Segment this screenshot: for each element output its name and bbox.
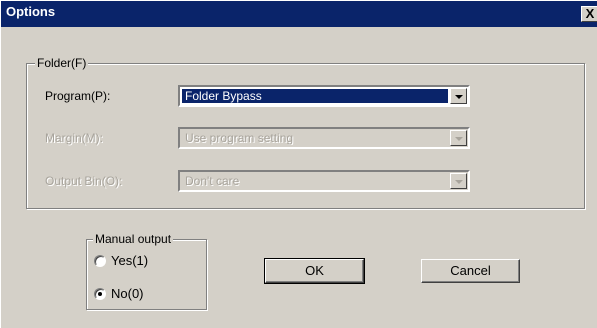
radio-unchecked-icon[interactable] [94, 255, 106, 267]
output-bin-label: Output Bin(O): [45, 174, 123, 188]
manual-output-no-label: No(0) [111, 286, 144, 301]
output-bin-dropdown-value: Don't care [185, 174, 240, 188]
output-bin-dropdown: Don't care [178, 170, 470, 192]
margin-label: Margin(M): [45, 131, 104, 145]
cancel-button[interactable]: Cancel [421, 259, 520, 283]
close-button[interactable]: X [581, 6, 597, 22]
radio-checked-icon[interactable] [94, 288, 106, 300]
program-dropdown[interactable]: Folder Bypass [178, 85, 470, 107]
program-label: Program(P): [45, 89, 111, 103]
margin-dropdown: Use program setting [178, 127, 470, 149]
close-icon: X [585, 6, 595, 21]
manual-output-yes-label: Yes(1) [111, 253, 149, 268]
options-dialog: Options X Folder(F) Program(P): Folder B… [0, 0, 597, 328]
ok-button[interactable]: OK [264, 258, 365, 284]
manual-output-no-radio[interactable]: No(0) [94, 286, 194, 302]
title-bar[interactable]: Options X [1, 1, 597, 27]
folder-group-legend: Folder(F) [35, 56, 89, 70]
program-dropdown-arrow-icon[interactable] [450, 88, 467, 104]
margin-dropdown-arrow-icon [450, 130, 467, 146]
output-bin-dropdown-arrow-icon [450, 173, 467, 189]
margin-dropdown-value: Use program setting [185, 131, 294, 145]
window-title: Options [6, 4, 56, 19]
manual-output-legend: Manual output [93, 232, 174, 246]
manual-output-yes-radio[interactable]: Yes(1) [94, 253, 194, 269]
program-dropdown-value: Folder Bypass [182, 89, 448, 103]
